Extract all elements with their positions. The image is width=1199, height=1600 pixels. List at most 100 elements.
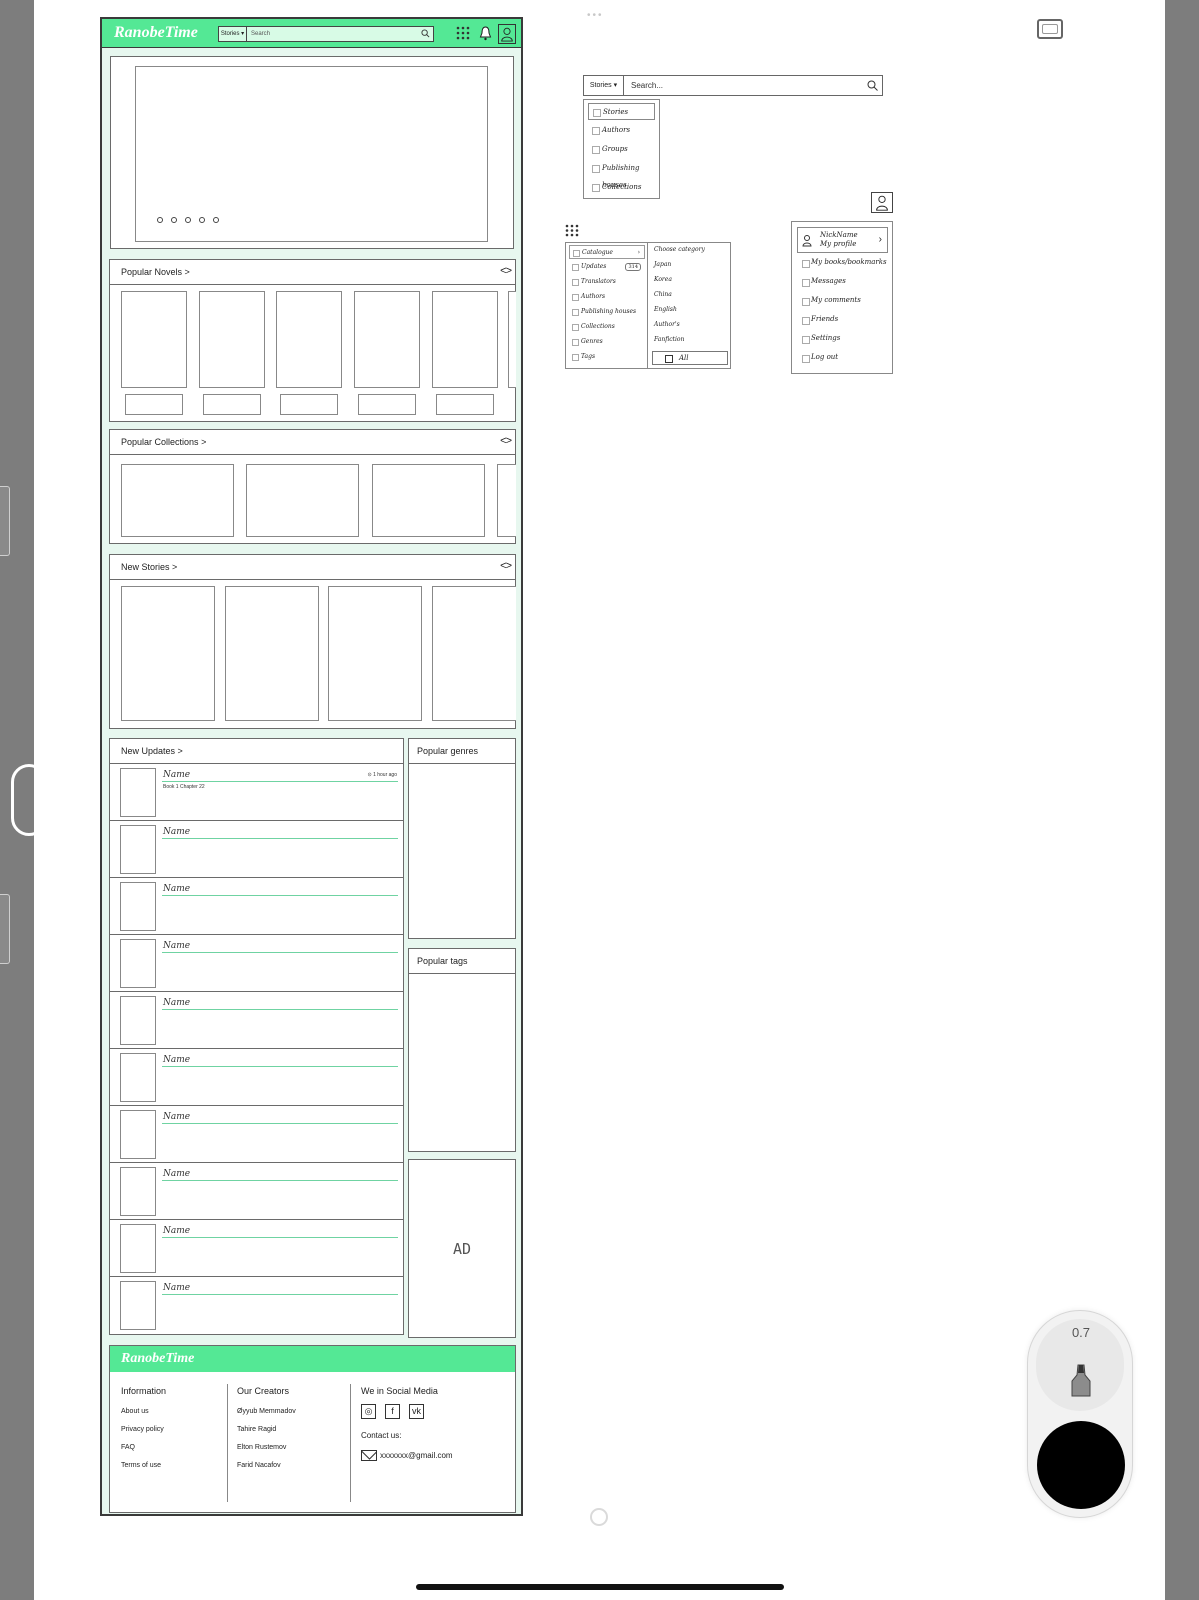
carousel-arrows-icon[interactable]: <> <box>500 435 512 447</box>
fullscreen-icon[interactable] <box>1037 19 1063 39</box>
slide-over-handle[interactable] <box>11 764 47 836</box>
footer-link-terms[interactable]: Terms of use <box>121 1462 166 1469</box>
search-category-select[interactable]: Stories ▾ <box>584 76 624 95</box>
collection-card[interactable] <box>246 464 359 537</box>
update-cover[interactable] <box>120 768 156 817</box>
novel-card[interactable] <box>199 291 265 388</box>
search-input[interactable]: Search <box>251 27 270 41</box>
category-option[interactable]: Authors <box>588 122 630 139</box>
update-name[interactable]: Name <box>163 1226 190 1236</box>
carousel-dots[interactable] <box>157 217 219 223</box>
update-name[interactable]: Name <box>163 998 190 1008</box>
vk-icon[interactable]: vk <box>409 1404 424 1419</box>
update-row[interactable]: Name <box>110 1106 403 1163</box>
side-panel-tab[interactable] <box>0 486 10 556</box>
update-row[interactable]: Name <box>110 821 403 878</box>
update-name[interactable]: Name <box>163 1055 190 1065</box>
update-name[interactable]: Name <box>163 941 190 951</box>
footer-link-faq[interactable]: FAQ <box>121 1444 166 1451</box>
update-row[interactable]: Name <box>110 992 403 1049</box>
carousel-arrows-icon[interactable]: <> <box>500 560 512 572</box>
footer-link-privacy[interactable]: Privacy policy <box>121 1426 166 1433</box>
section-title[interactable]: Popular tags <box>417 956 468 966</box>
instagram-icon[interactable]: ◎ <box>361 1404 376 1419</box>
facebook-icon[interactable]: f <box>385 1404 400 1419</box>
creator-link[interactable]: Øyyub Memmadov <box>237 1408 296 1415</box>
profile-header[interactable]: NickName My profile › <box>797 227 888 253</box>
carousel-arrows-icon[interactable]: <> <box>500 265 512 277</box>
update-chapter[interactable]: Book 1 Chapter 22 <box>163 784 205 790</box>
menu-item-authors[interactable]: Authors <box>569 290 645 304</box>
story-card[interactable] <box>432 586 516 721</box>
update-name[interactable]: Name <box>163 770 190 780</box>
update-cover[interactable] <box>120 882 156 931</box>
update-name[interactable]: Name <box>163 1112 190 1122</box>
update-cover[interactable] <box>120 939 156 988</box>
update-cover[interactable] <box>120 1224 156 1273</box>
menu-item-publishing-houses[interactable]: Publishing houses <box>569 305 645 319</box>
update-row[interactable]: Name <box>110 935 403 992</box>
rotate-icon[interactable] <box>590 1508 608 1526</box>
profile-item-settings[interactable]: Settings <box>797 334 840 344</box>
update-name[interactable]: Name <box>163 1283 190 1293</box>
update-cover[interactable] <box>120 1053 156 1102</box>
novel-card[interactable] <box>432 291 498 388</box>
update-name[interactable]: Name <box>163 827 190 837</box>
category-option[interactable]: Publishing houses <box>588 160 659 189</box>
menu-item-collections[interactable]: Collections <box>569 320 645 334</box>
creator-link[interactable]: Elton Rustemov <box>237 1444 296 1451</box>
sketch-search-bar[interactable]: Stories ▾ Search... <box>583 75 883 96</box>
collection-card[interactable] <box>497 464 516 537</box>
submenu-item[interactable]: Author's <box>654 321 680 328</box>
search-category-select[interactable]: Stories ▾ <box>219 27 247 41</box>
collection-card[interactable] <box>121 464 234 537</box>
collection-card[interactable] <box>372 464 485 537</box>
menu-grid-icon[interactable] <box>565 224 580 237</box>
story-card[interactable] <box>225 586 319 721</box>
update-cover[interactable] <box>120 1281 156 1330</box>
menu-grid-icon[interactable] <box>456 26 470 40</box>
menu-item-catalogue[interactable]: Catalogue › <box>569 245 645 259</box>
email-address[interactable]: xxxxxxx@gmail.com <box>380 1451 453 1460</box>
update-row[interactable]: Name <box>110 1163 403 1220</box>
home-indicator[interactable] <box>416 1584 784 1590</box>
update-cover[interactable] <box>120 996 156 1045</box>
creator-link[interactable]: Tahire Ragid <box>237 1426 296 1433</box>
section-title[interactable]: Popular genres <box>417 746 478 756</box>
pen-color-swatch[interactable] <box>1037 1421 1125 1509</box>
profile-item-messages[interactable]: Messages <box>797 277 846 287</box>
profile-link[interactable]: My profile <box>820 240 858 249</box>
submenu-item[interactable]: Japan <box>654 261 671 268</box>
menu-item-tags[interactable]: Tags <box>569 350 645 364</box>
update-cover[interactable] <box>120 825 156 874</box>
submenu-item[interactable]: Fanfiction <box>654 336 684 343</box>
update-cover[interactable] <box>120 1167 156 1216</box>
multitasking-dots-icon[interactable]: ••• <box>587 10 604 21</box>
category-option[interactable]: Stories <box>588 103 655 120</box>
search-bar[interactable]: Stories ▾ Search <box>218 26 434 42</box>
profile-item-comments[interactable]: My comments <box>797 296 861 306</box>
site-logo[interactable]: RanobeTime <box>114 24 198 42</box>
hero-carousel[interactable] <box>110 56 514 249</box>
submenu-item[interactable]: English <box>654 306 677 313</box>
profile-item-friends[interactable]: Friends <box>797 315 838 325</box>
menu-item-updates[interactable]: Updates 314 <box>569 260 645 274</box>
update-row[interactable]: Name <box>110 1277 403 1334</box>
pen-tip-icon[interactable] <box>1070 1363 1092 1397</box>
category-option[interactable]: Collections <box>588 179 641 196</box>
menu-item-translators[interactable]: Translators <box>569 275 645 289</box>
carousel-slide[interactable] <box>135 66 488 242</box>
novel-card[interactable] <box>354 291 420 388</box>
menu-item-genres[interactable]: Genres <box>569 335 645 349</box>
user-icon[interactable] <box>871 192 893 213</box>
creator-link[interactable]: Farid Nacafov <box>237 1462 296 1469</box>
contact-email[interactable]: xxxxxxx@gmail.com <box>361 1450 453 1461</box>
search-icon[interactable] <box>867 80 878 91</box>
submenu-item[interactable]: China <box>654 291 672 298</box>
user-icon[interactable] <box>498 24 516 44</box>
pen-tool-widget[interactable]: 0.7 <box>1027 1310 1133 1518</box>
novel-card[interactable] <box>121 291 187 388</box>
bell-icon[interactable] <box>479 26 492 41</box>
novel-card[interactable] <box>508 291 516 388</box>
update-row[interactable]: Name <box>110 878 403 935</box>
